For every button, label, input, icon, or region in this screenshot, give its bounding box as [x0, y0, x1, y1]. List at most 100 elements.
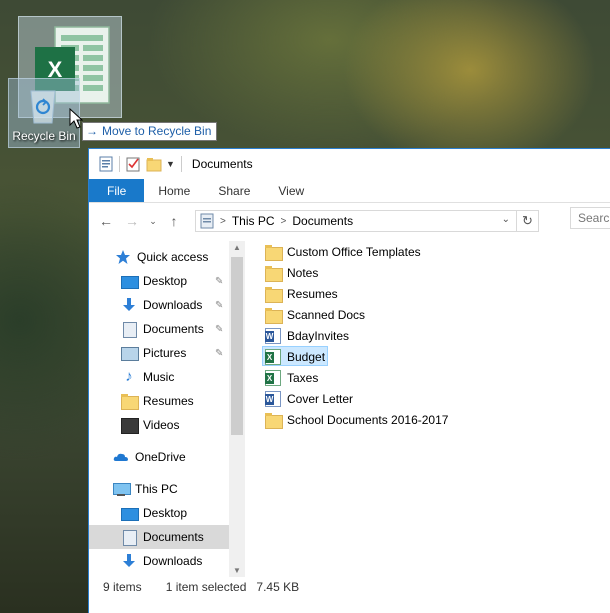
pin-icon[interactable]: ✎	[215, 276, 223, 287]
file-name: Notes	[287, 265, 319, 280]
sidebar-item-resumes[interactable]: Resumes	[121, 389, 194, 413]
sidebar-item-pc-documents[interactable]: Documents	[89, 525, 229, 549]
sidebar-item-label: Music	[143, 370, 175, 384]
refresh-icon[interactable]: ↻	[516, 211, 538, 231]
word-document-icon	[265, 390, 281, 407]
scrollbar-thumb[interactable]	[231, 257, 243, 435]
checkmark-icon[interactable]	[126, 156, 140, 172]
recycle-bin-label: Recycle Bin	[12, 129, 76, 143]
customize-toolbar-icon[interactable]: ▼	[166, 159, 175, 169]
file-name: Resumes	[287, 286, 338, 301]
sidebar-item-label: Downloads	[143, 554, 203, 568]
address-bar[interactable]: > This PC > Documents ⌄ ↻	[195, 210, 539, 232]
star-icon	[115, 249, 131, 265]
sidebar-item-label: Pictures	[143, 346, 187, 360]
sidebar-item-label: Desktop	[143, 506, 188, 520]
chevron-right-icon[interactable]: >	[220, 216, 226, 227]
tab-view[interactable]: View	[264, 179, 318, 202]
up-arrow-icon[interactable]: ↑	[163, 210, 185, 232]
address-dropdown-icon[interactable]: ⌄	[502, 214, 510, 225]
documents-icon	[121, 321, 137, 338]
item-count: 9 items	[103, 580, 142, 594]
file-item-notes[interactable]: Notes	[263, 262, 603, 283]
file-item-budget[interactable]: Budget	[262, 346, 603, 367]
documents-icon	[200, 213, 214, 229]
navigation-pane-scrollbar[interactable]: ▲ ▼	[229, 241, 245, 577]
tab-share[interactable]: Share	[204, 179, 264, 202]
excel-document-icon	[265, 348, 281, 365]
sidebar-item-quick-access[interactable]: Quick access	[115, 245, 208, 269]
window-title: Documents	[191, 157, 253, 171]
file-list: Custom Office Templates Notes Resumes Sc…	[262, 241, 603, 430]
selection-count: 1 item selected	[165, 580, 247, 594]
documents-icon	[121, 529, 137, 546]
forward-arrow-icon[interactable]: →	[121, 210, 143, 232]
status-bar: 9 items 1 item selected 7.45 KB	[103, 580, 299, 598]
scroll-up-icon[interactable]: ▲	[233, 243, 241, 252]
drag-tooltip-text: Move to Recycle Bin	[102, 124, 212, 138]
file-name: BdayInvites	[287, 328, 350, 343]
sidebar-item-downloads[interactable]: Downloads ✎	[121, 293, 245, 317]
sidebar-item-pc-desktop[interactable]: Desktop	[121, 501, 187, 525]
downloads-icon	[121, 553, 137, 569]
folder-icon	[121, 393, 139, 410]
arrow-right-icon: →	[86, 124, 98, 138]
folder-icon	[265, 244, 283, 261]
folder-icon	[265, 412, 283, 429]
pin-icon[interactable]: ✎	[215, 300, 223, 311]
recent-locations-chevron-icon[interactable]: ⌄	[147, 210, 159, 232]
pin-icon[interactable]: ✎	[215, 324, 223, 335]
separator	[119, 156, 120, 172]
navigation-pane: Quick access Desktop ✎ Downloads ✎ Docum…	[89, 241, 245, 577]
sidebar-item-documents[interactable]: Documents ✎	[121, 317, 245, 341]
file-item-bdayinvites[interactable]: BdayInvites	[263, 325, 603, 346]
ribbon-tabs: File Home Share View	[89, 179, 610, 203]
sidebar-item-this-pc[interactable]: This PC	[113, 477, 178, 501]
sidebar-item-music[interactable]: ♪ Music	[121, 365, 174, 389]
sidebar-item-label: This PC	[135, 482, 178, 496]
sidebar-item-label: Videos	[143, 418, 180, 432]
search-input[interactable]: Search Documents	[570, 207, 610, 229]
sidebar-item-pictures[interactable]: Pictures ✎	[121, 341, 245, 365]
pin-icon[interactable]: ✎	[215, 348, 223, 359]
word-document-icon	[265, 327, 281, 344]
tab-home[interactable]: Home	[144, 179, 204, 202]
back-arrow-icon[interactable]: ←	[95, 210, 117, 232]
this-pc-icon	[113, 481, 131, 497]
file-name: Budget	[287, 349, 326, 364]
file-item-resumes[interactable]: Resumes	[263, 283, 603, 304]
sidebar-item-videos[interactable]: Videos	[121, 413, 179, 437]
title-bar: ▼ Documents	[89, 149, 610, 179]
separator	[180, 156, 182, 172]
file-item-school-documents[interactable]: School Documents 2016-2017	[263, 409, 603, 430]
folder-icon	[265, 286, 283, 303]
excel-document-icon	[265, 369, 281, 386]
mouse-cursor-icon	[69, 108, 83, 129]
breadcrumb-documents[interactable]: Documents	[292, 214, 353, 228]
videos-icon	[121, 417, 139, 434]
recycle-bin-icon	[30, 90, 56, 124]
new-folder-icon[interactable]	[146, 156, 162, 172]
drag-tooltip: → Move to Recycle Bin	[82, 122, 218, 141]
tab-file[interactable]: File	[89, 179, 145, 202]
file-item-custom-office-templates[interactable]: Custom Office Templates	[263, 241, 603, 262]
sidebar-item-pc-downloads[interactable]: Downloads	[121, 549, 202, 573]
sidebar-item-desktop[interactable]: Desktop ✎	[121, 269, 245, 293]
sidebar-item-label: Quick access	[137, 250, 209, 264]
sidebar-item-onedrive[interactable]: OneDrive	[113, 445, 186, 469]
breadcrumb-this-pc[interactable]: This PC	[232, 214, 275, 228]
properties-icon[interactable]	[99, 156, 113, 172]
chevron-right-icon[interactable]: >	[281, 216, 287, 227]
file-name: Cover Letter	[287, 391, 354, 406]
downloads-icon	[121, 297, 137, 313]
scroll-down-icon[interactable]: ▼	[233, 566, 241, 575]
file-item-taxes[interactable]: Taxes	[263, 367, 603, 388]
file-name: Taxes	[287, 370, 319, 385]
folder-icon	[265, 265, 283, 282]
file-item-scanned-docs[interactable]: Scanned Docs	[263, 304, 603, 325]
file-name: Custom Office Templates	[287, 244, 421, 259]
sidebar-item-label: Documents	[143, 322, 204, 336]
sidebar-item-label: OneDrive	[135, 450, 186, 464]
file-item-cover-letter[interactable]: Cover Letter	[263, 388, 603, 409]
desktop-icon	[121, 505, 139, 521]
